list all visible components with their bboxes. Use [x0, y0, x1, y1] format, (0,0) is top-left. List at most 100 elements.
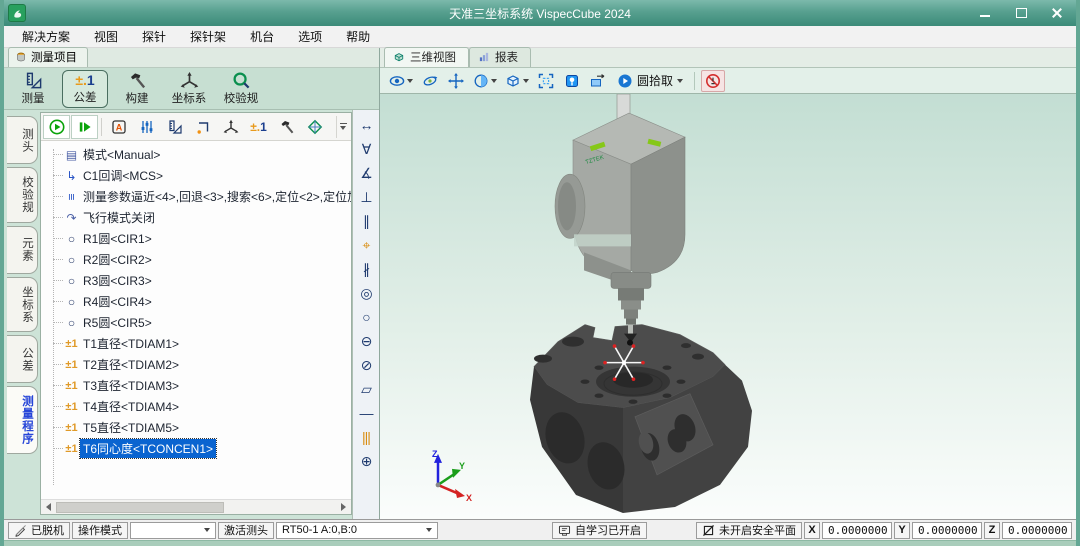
tree-item[interactable]: ↳ C1回调<MCS>: [45, 165, 351, 186]
view-cube-button[interactable]: [502, 70, 532, 92]
tol-cylindricity-icon[interactable]: ⊖: [355, 330, 378, 352]
side-tab[interactable]: 坐标系: [7, 277, 38, 333]
restore-button[interactable]: [1014, 7, 1028, 19]
hammer-icon: [279, 119, 295, 135]
self-learning-status: 自学习已开启: [552, 522, 647, 539]
measure-icon: [23, 71, 44, 90]
tree-item[interactable]: ○ R4圆<CIR4>: [45, 291, 351, 312]
tol-position-icon[interactable]: ⌖: [355, 234, 378, 256]
tol-position-circle-icon[interactable]: ⊕: [355, 450, 378, 472]
tol-symmetry-icon[interactable]: |||: [355, 426, 378, 448]
menu-item[interactable]: 解决方案: [10, 26, 82, 47]
close-button[interactable]: [1050, 7, 1064, 19]
tree-item[interactable]: ○ R3圆<CIR3>: [45, 270, 351, 291]
menu-item[interactable]: 帮助: [334, 26, 382, 47]
minimize-button[interactable]: [978, 7, 992, 19]
tree-item-icon: ↷: [63, 211, 80, 225]
menu-item[interactable]: 探针架: [178, 26, 238, 47]
label-button[interactable]: [105, 115, 132, 139]
pencil-off-icon: [14, 524, 27, 537]
3d-viewport[interactable]: TZTEK: [380, 94, 1076, 519]
step-run-button[interactable]: [71, 115, 98, 139]
tree-item-icon: ±1: [63, 379, 80, 393]
scrollbar-thumb[interactable]: [56, 502, 224, 513]
tree-item[interactable]: ±1 T2直径<TDIAM2>: [45, 354, 351, 375]
side-tab[interactable]: 公差: [7, 335, 38, 383]
menu-item[interactable]: 探针: [130, 26, 178, 47]
tree-item-icon: ±1: [63, 337, 80, 351]
zoom-fit-button[interactable]: [534, 70, 558, 92]
side-tab[interactable]: 校验规: [7, 167, 38, 223]
tree-item[interactable]: ▤ 模式<Manual>: [45, 144, 351, 165]
orbit-icon: [422, 73, 438, 89]
scroll-left-button[interactable]: [41, 501, 56, 514]
tree-item[interactable]: ±1 T6同心度<TCONCEN1>: [45, 438, 351, 459]
parameters-button[interactable]: [133, 115, 160, 139]
tol-angle-between-icon[interactable]: ∀: [355, 138, 378, 160]
tab-3d-view[interactable]: 三维视图: [384, 47, 469, 67]
active-probe-select[interactable]: RT50-1 A:0,B:0: [276, 522, 438, 539]
pan-button[interactable]: [444, 70, 468, 92]
app-window: 天准三坐标系统 VispecCube 2024 解决方案视图探针探针架机台选项帮…: [0, 0, 1080, 546]
side-tab[interactable]: 测头: [7, 116, 38, 164]
tol-runout-icon[interactable]: ⊘: [355, 354, 378, 376]
z-coordinate-value: 0.0000000: [1002, 522, 1072, 539]
run-program-button[interactable]: [43, 115, 70, 139]
circle-pick-dropdown[interactable]: 圆拾取: [612, 70, 688, 92]
orbit-button[interactable]: [418, 70, 442, 92]
x-axis-label: X: [804, 522, 820, 539]
tol-concentricity-icon[interactable]: ◎: [355, 282, 378, 304]
operation-mode-select[interactable]: [130, 522, 216, 539]
triad-x-label: X: [466, 493, 472, 503]
tree-item[interactable]: ±1 T4直径<TDIAM4>: [45, 396, 351, 417]
tree-item[interactable]: ±1 T5直径<TDIAM5>: [45, 417, 351, 438]
category-toolbar: 测量 ±.1 公差 构建 坐标系 校验规: [4, 68, 379, 110]
menu-item[interactable]: 机台: [238, 26, 286, 47]
tree-item[interactable]: ○ R5圆<CIR5>: [45, 312, 351, 333]
tol-distance-icon[interactable]: ↔: [355, 114, 378, 136]
tree-item[interactable]: ≡ 测量参数逼近<4>,回退<3>,搜索<6>,定位<2>,定位加<2>,测: [45, 186, 351, 207]
tree-item[interactable]: ±1 T1直径<TDIAM1>: [45, 333, 351, 354]
category-tolerance-button[interactable]: ±.1 公差: [62, 70, 108, 108]
construct-button[interactable]: [273, 115, 300, 139]
scroll-right-button[interactable]: [336, 501, 351, 514]
category-gauge-button[interactable]: 校验规: [218, 70, 264, 108]
clip-plane-button[interactable]: [586, 70, 610, 92]
tree-toolbar-overflow-button[interactable]: [336, 116, 349, 138]
tol-flatness-icon[interactable]: ▱: [355, 378, 378, 400]
plane-button[interactable]: [301, 115, 328, 139]
program-tree: ▤ 模式<Manual> ↳ C1回调<MCS>: [41, 141, 351, 499]
tree-item[interactable]: ±1 T3直径<TDIAM3>: [45, 375, 351, 396]
eye-icon: [389, 73, 405, 89]
category-construct-button[interactable]: 构建: [114, 70, 160, 108]
tol-parallelism-icon[interactable]: ∥: [355, 210, 378, 232]
view-options-button[interactable]: [386, 70, 416, 92]
tab-report[interactable]: 报表: [469, 47, 531, 67]
locate-button[interactable]: [560, 70, 584, 92]
render-mode-button[interactable]: [470, 70, 500, 92]
tol-circularity-icon[interactable]: ○: [355, 306, 378, 328]
tol-perpendicularity-icon[interactable]: ⊥: [355, 186, 378, 208]
measurement-project-panel: 测量项目 测量 ±.1 公差 构建 坐标系: [4, 48, 380, 519]
tol-straightness-icon[interactable]: —: [355, 402, 378, 424]
tree-item-icon: ○: [63, 253, 80, 267]
tab-measurement-project[interactable]: 测量项目: [8, 47, 88, 67]
corner-point-button[interactable]: [189, 115, 216, 139]
tree-item[interactable]: ○ R1圆<CIR1>: [45, 228, 351, 249]
stop-probe-button[interactable]: [701, 70, 725, 92]
side-tab[interactable]: 元素: [7, 226, 38, 274]
measure-tool-button[interactable]: [161, 115, 188, 139]
tol-angle-icon[interactable]: ∡: [355, 162, 378, 184]
plus-minus-icon: ±.1: [75, 72, 94, 89]
tree-item[interactable]: ↷ 飞行模式关闭: [45, 207, 351, 228]
tol-angularity-icon[interactable]: ∦: [355, 258, 378, 280]
category-coordinate-button[interactable]: 坐标系: [166, 70, 212, 108]
tree-item[interactable]: ○ R2圆<CIR2>: [45, 249, 351, 270]
side-tab[interactable]: 测量程序: [7, 386, 38, 454]
category-measure-button[interactable]: 测量: [10, 70, 56, 108]
plane-icon: [307, 119, 323, 135]
coordinate-button[interactable]: [217, 115, 244, 139]
menu-item[interactable]: 选项: [286, 26, 334, 47]
tolerance-button[interactable]: ±.1: [245, 115, 272, 139]
menu-item[interactable]: 视图: [82, 26, 130, 47]
